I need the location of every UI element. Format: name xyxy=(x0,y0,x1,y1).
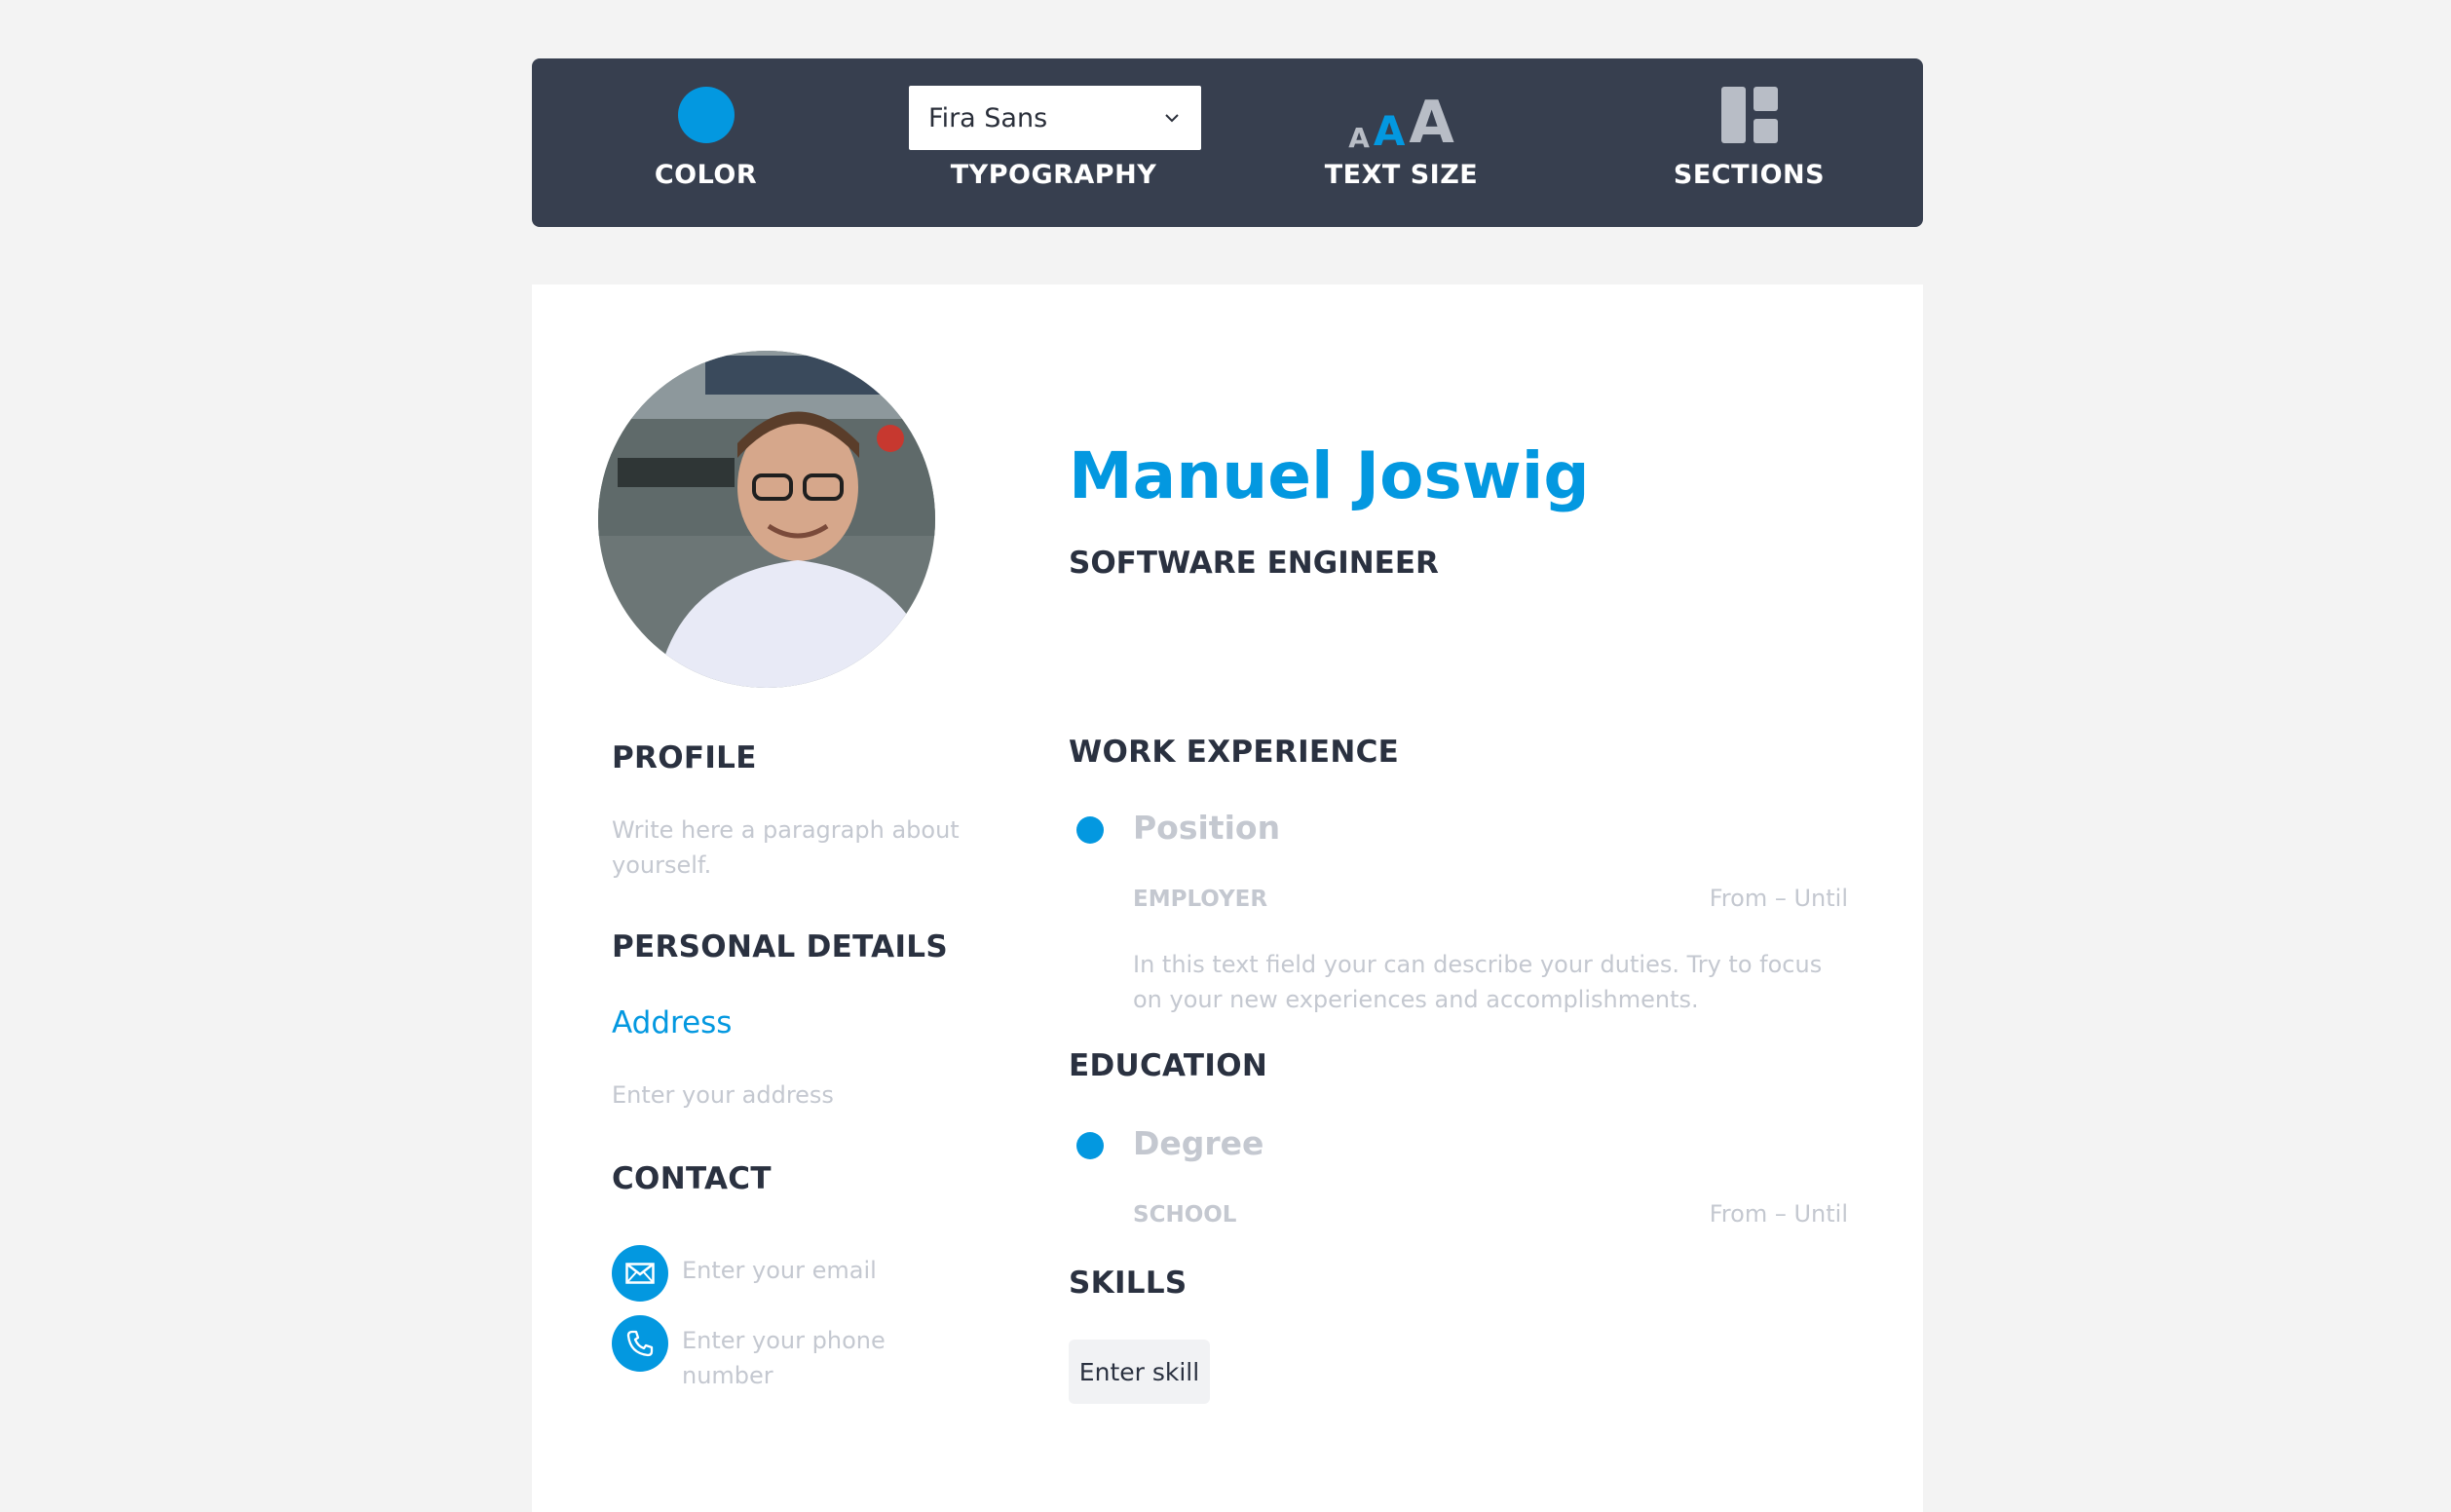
work-dates-field[interactable]: From – Until xyxy=(1710,885,1848,912)
school-field[interactable]: SCHOOL xyxy=(1133,1202,1236,1228)
chevron-down-icon xyxy=(1165,114,1179,123)
typography-tool: Fira Sans TYPOGRAPHY xyxy=(880,58,1227,227)
full-name[interactable]: Manuel Joswig xyxy=(1069,438,1590,513)
address-field[interactable]: Enter your address xyxy=(612,1077,834,1113)
text-size-label: TEXT SIZE xyxy=(1324,160,1479,190)
layout-icon[interactable] xyxy=(1721,87,1778,143)
color-swatch[interactable] xyxy=(678,87,735,143)
profile-text-field[interactable]: Write here a paragraph about yourself. xyxy=(612,813,982,883)
sections-tool[interactable]: SECTIONS xyxy=(1575,58,1923,227)
resume-page: PROFILE Write here a paragraph about you… xyxy=(532,284,1923,1512)
text-size-medium[interactable]: A xyxy=(1374,111,1406,152)
sections-label: SECTIONS xyxy=(1673,160,1826,190)
personal-details-heading: PERSONAL DETAILS xyxy=(612,929,948,964)
email-icon xyxy=(612,1245,668,1302)
color-label: COLOR xyxy=(654,160,758,190)
phone-icon xyxy=(612,1315,668,1372)
education-bullet xyxy=(1076,1132,1104,1159)
address-label[interactable]: Address xyxy=(612,1005,732,1040)
job-title[interactable]: SOFTWARE ENGINEER xyxy=(1069,546,1439,581)
degree-field[interactable]: Degree xyxy=(1133,1124,1263,1162)
phone-field[interactable]: Enter your phone number xyxy=(682,1323,982,1393)
font-select[interactable]: Fira Sans xyxy=(909,86,1201,150)
education-dates-field[interactable]: From – Until xyxy=(1710,1200,1848,1228)
editor-toolbar: COLOR Fira Sans TYPOGRAPHY A A A TEXT SI… xyxy=(532,58,1923,227)
text-size-small[interactable]: A xyxy=(1348,125,1370,152)
work-bullet xyxy=(1076,816,1104,844)
text-size-large[interactable]: A xyxy=(1409,94,1453,152)
skills-heading: SKILLS xyxy=(1069,1266,1188,1301)
contact-heading: CONTACT xyxy=(612,1161,772,1196)
position-field[interactable]: Position xyxy=(1133,809,1280,847)
work-experience-heading: WORK EXPERIENCE xyxy=(1069,735,1400,770)
employer-field[interactable]: EMPLOYER xyxy=(1133,887,1267,912)
work-description-field[interactable]: In this text field your can describe you… xyxy=(1133,947,1848,1017)
profile-photo-image xyxy=(598,351,935,688)
text-size-icon: A A A xyxy=(1227,94,1575,152)
profile-heading: PROFILE xyxy=(612,740,757,775)
skill-chip[interactable]: Enter skill xyxy=(1069,1340,1210,1404)
text-size-tool: A A A TEXT SIZE xyxy=(1227,58,1575,227)
color-tool[interactable]: COLOR xyxy=(532,58,880,227)
typography-label: TYPOGRAPHY xyxy=(950,160,1157,190)
email-field[interactable]: Enter your email xyxy=(682,1253,877,1288)
font-select-value: Fira Sans xyxy=(928,102,1048,133)
education-heading: EDUCATION xyxy=(1069,1048,1268,1083)
profile-photo[interactable] xyxy=(598,351,935,688)
